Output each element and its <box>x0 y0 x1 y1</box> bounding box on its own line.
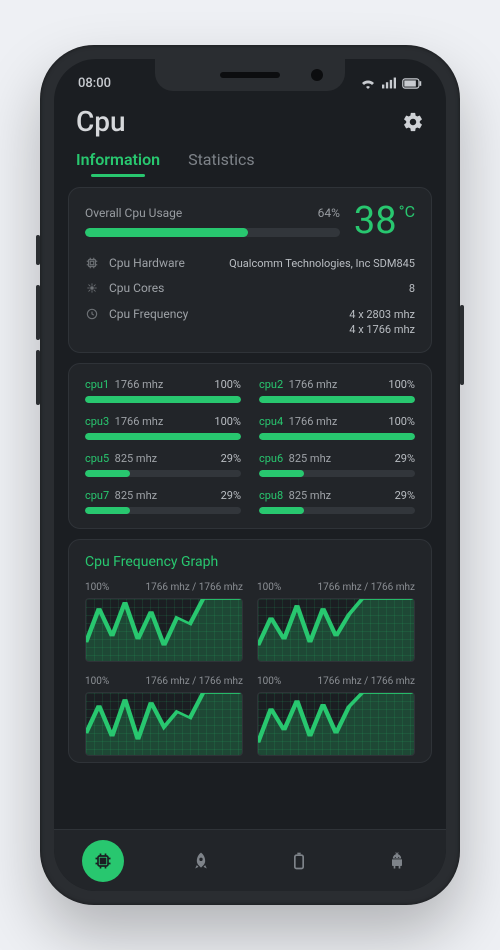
cpu-temperature: 38°C <box>354 202 415 240</box>
cores-card: cpu1 1766 mhz 100% cpu2 1766 mhz 100% cp… <box>68 363 432 529</box>
frequency-graph-card: Cpu Frequency Graph 100% 1766 mhz / 1766… <box>68 539 432 763</box>
cpu-graph-3: 100% 1766 mhz / 1766 mhz <box>85 676 243 756</box>
usage-percent: 64% <box>318 206 340 220</box>
chip-icon <box>93 851 113 871</box>
tab-information[interactable]: Information <box>76 150 160 177</box>
cpu-graph-4: 100% 1766 mhz / 1766 mhz <box>257 676 415 756</box>
core-8: cpu8 825 mhz 29% <box>259 489 415 514</box>
nav-system[interactable] <box>376 840 418 882</box>
cpu-graph-1: 100% 1766 mhz / 1766 mhz <box>85 582 243 662</box>
usage-label: Overall Cpu Usage <box>85 206 182 220</box>
core-1: cpu1 1766 mhz 100% <box>85 378 241 403</box>
core-4: cpu4 1766 mhz 100% <box>259 415 415 440</box>
hardware-row: Cpu Hardware Qualcomm Technologies, Inc … <box>85 256 415 271</box>
overview-card: Overall Cpu Usage 64% 38°C Cpu Hardware … <box>68 187 432 353</box>
android-icon <box>387 851 407 871</box>
core-5: cpu5 825 mhz 29% <box>85 452 241 477</box>
tabs: Information Statistics <box>54 140 446 181</box>
cores-icon <box>85 281 99 295</box>
cpu-graph-2: 100% 1766 mhz / 1766 mhz <box>257 582 415 662</box>
nav-cpu[interactable] <box>82 840 124 882</box>
usage-bar <box>85 228 340 237</box>
core-3: cpu3 1766 mhz 100% <box>85 415 241 440</box>
page-title: Cpu <box>76 105 126 138</box>
nav-battery[interactable] <box>278 840 320 882</box>
chip-icon <box>85 256 99 270</box>
frequency-icon <box>85 307 99 321</box>
frequency-row: Cpu Frequency 4 x 2803 mhz4 x 1766 mhz <box>85 307 415 338</box>
signal-icon <box>382 77 396 89</box>
tab-statistics[interactable]: Statistics <box>188 150 255 177</box>
battery-icon <box>402 78 422 89</box>
core-2: cpu2 1766 mhz 100% <box>259 378 415 403</box>
device-notch <box>155 59 345 91</box>
rocket-icon <box>191 851 211 871</box>
wifi-icon <box>360 77 376 89</box>
settings-icon[interactable] <box>402 111 424 133</box>
graph-title: Cpu Frequency Graph <box>85 554 415 570</box>
core-7: cpu7 825 mhz 29% <box>85 489 241 514</box>
clock: 08:00 <box>78 76 111 91</box>
bottom-nav <box>54 829 446 891</box>
battery-icon <box>289 851 309 871</box>
nav-boost[interactable] <box>180 840 222 882</box>
cores-row: Cpu Cores 8 <box>85 281 415 296</box>
core-6: cpu6 825 mhz 29% <box>259 452 415 477</box>
